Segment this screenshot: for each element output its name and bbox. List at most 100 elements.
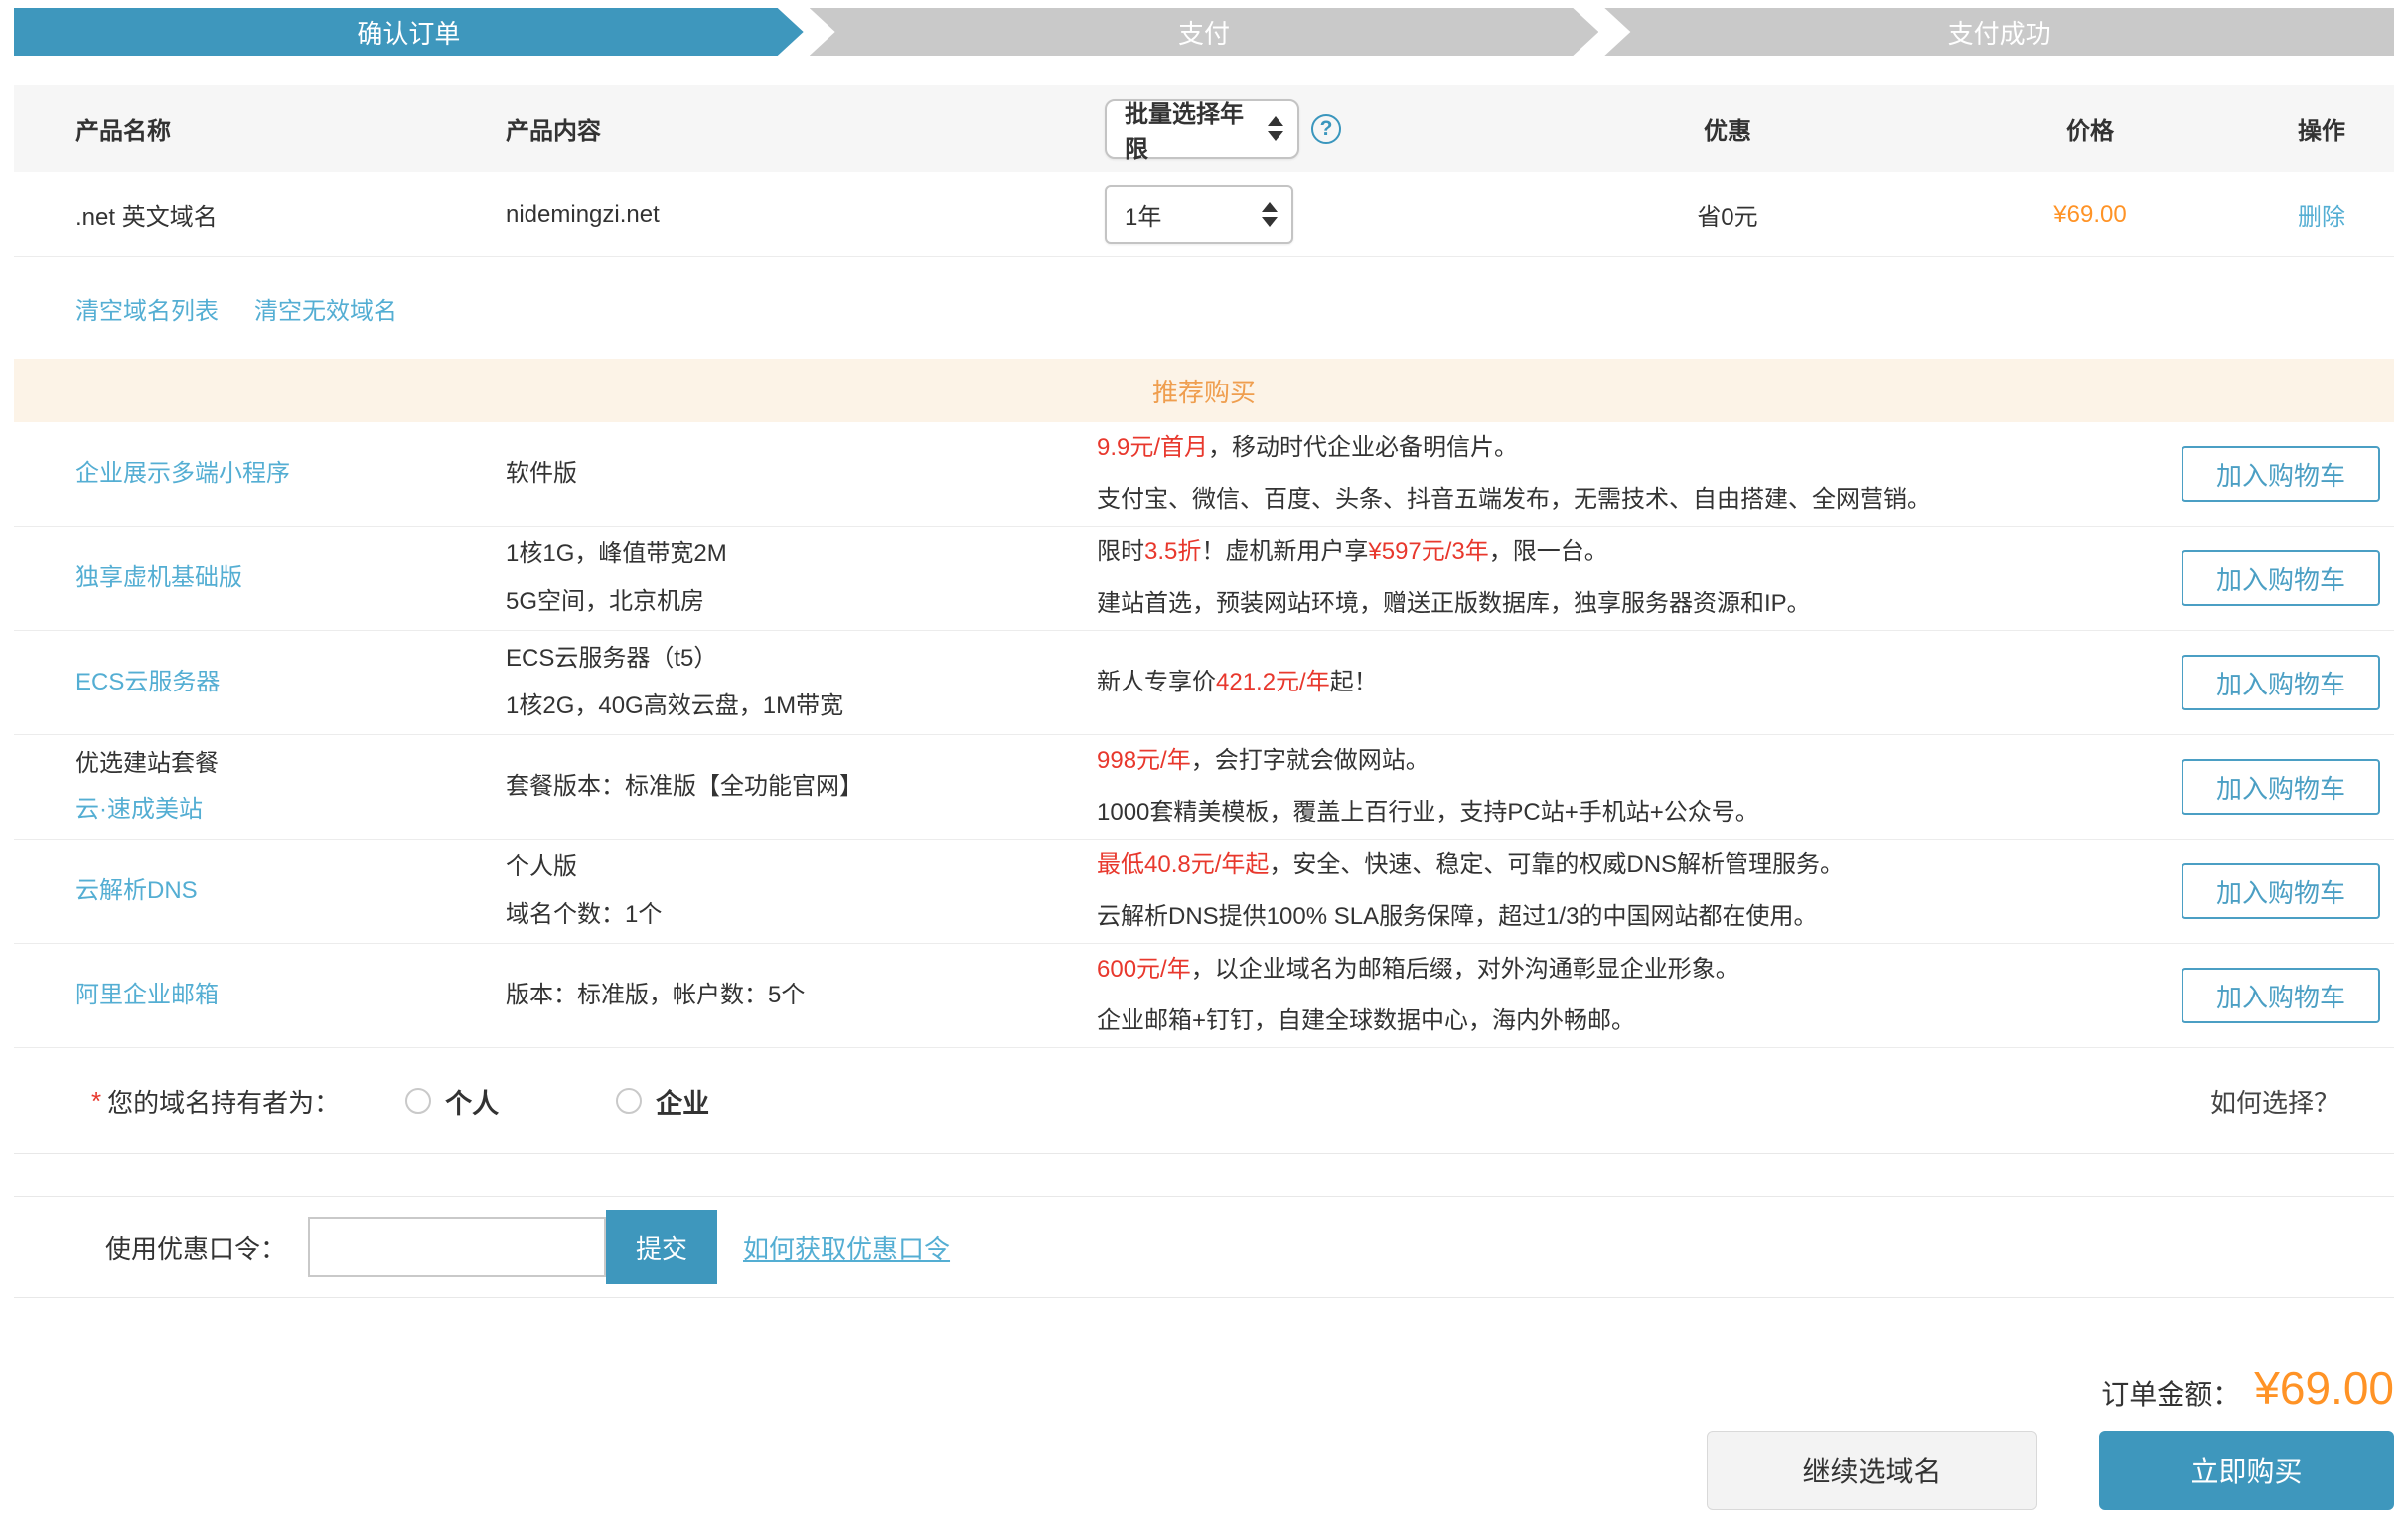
desc-highlight: 3.5折 (1144, 538, 1201, 565)
recommend-row-mail: 阿里企业邮箱 版本：标准版，帐户数：5个 600元/年，以企业域名为邮箱后缀，对… (14, 944, 2394, 1048)
help-question-icon[interactable]: ? (1311, 114, 1341, 144)
product-link: 独享虚机基础版 (14, 562, 506, 594)
clear-domain-list-link[interactable]: 清空域名列表 (75, 291, 219, 326)
year-select[interactable]: 1年 (1105, 185, 1293, 244)
desc-highlight: 600元/年 (1097, 956, 1191, 983)
price-value: ¥69.00 (1931, 201, 2249, 229)
year-select-value: 1年 (1125, 197, 1161, 231)
desc-line: 建站首选，预装网站环境，赠送正版数据库，独享服务器资源和IP。 (1097, 588, 2182, 620)
desc-line: 支付宝、微信、百度、头条、抖音五端发布，无需技术、自由搭建、全网营销。 (1097, 484, 2182, 516)
content-line: 套餐版本：标准版【全功能官网】 (506, 771, 1097, 803)
desc-text: ，移动时代企业必备明信片。 (1208, 434, 1518, 461)
desc-text: 1000套精美模板，覆盖上百行业，支持PC站+手机站+公众号。 (1097, 799, 1759, 826)
add-to-cart-button[interactable]: 加入购物车 (2182, 863, 2380, 919)
website-link[interactable]: 云·速成美站 (75, 794, 506, 826)
content-line: 1核1G，峰值带宽2M (506, 538, 1097, 570)
progress-steps: 确认订单 支付 支付成功 (14, 8, 2394, 56)
product-desc: 限时3.5折！虚机新用户享¥597元/3年，限一台。 建站首选，预装网站环境，赠… (1097, 537, 2182, 621)
product-content: 个人版 域名个数：1个 (506, 851, 1097, 932)
radio-enterprise-icon[interactable] (616, 1088, 642, 1114)
footer-buttons: 继续选域名 立即购买 (1707, 1431, 2394, 1510)
coupon-input[interactable] (308, 1217, 606, 1277)
desc-highlight: 最低40.8元/年起 (1097, 851, 1269, 878)
add-to-cart-button[interactable]: 加入购物车 (2182, 968, 2380, 1023)
how-to-choose-link[interactable]: 如何选择？ (2210, 1083, 2339, 1120)
desc-line: 限时3.5折！虚机新用户享¥597元/3年，限一台。 (1097, 537, 2182, 568)
desc-line: 企业邮箱+钉钉，自建全球数据中心，海内外畅邮。 (1097, 1005, 2182, 1037)
product-link: 阿里企业邮箱 (14, 980, 506, 1011)
clear-invalid-domain-link[interactable]: 清空无效域名 (254, 291, 397, 326)
order-footer: 订单金额： ¥69.00 继续选域名 立即购买 我已阅读，理解并接受（ 域名服务… (14, 1361, 2394, 1534)
holder-option-personal[interactable]: 个人 (405, 1082, 499, 1121)
product-desc: 最低40.8元/年起，安全、快速、稳定、可靠的权威DNS解析管理服务。 云解析D… (1097, 849, 2182, 934)
desc-highlight: ¥597元/3年 (1368, 538, 1488, 565)
mail-link[interactable]: 阿里企业邮箱 (75, 980, 506, 1011)
step-pay-success: 支付成功 (1604, 8, 2394, 56)
select-arrows-icon (1268, 116, 1283, 141)
product-link: ECS云服务器 (14, 667, 506, 698)
year-select-area: 1年 (1097, 185, 1524, 244)
coupon-submit-button[interactable]: 提交 (606, 1210, 717, 1284)
vhost-link[interactable]: 独享虚机基础版 (75, 562, 506, 594)
content-line: 软件版 (506, 458, 1097, 490)
ecs-link[interactable]: ECS云服务器 (75, 667, 506, 698)
agreement-row: 我已阅读，理解并接受（ 域名服务条款 ） (1891, 1528, 2394, 1534)
desc-text: ，限一台。 (1489, 538, 1608, 565)
domain-name-value: nidemingzi.net (506, 201, 1097, 229)
order-amount-line: 订单金额： ¥69.00 (2101, 1361, 2394, 1415)
order-table-header: 产品名称 产品内容 批量选择年限 ? 优惠 价格 操作 (14, 85, 2394, 172)
agreement-text: 我已阅读，理解并接受（ (1929, 1528, 2213, 1534)
recommend-title: 推荐购买 (1152, 373, 1256, 409)
delete-link[interactable]: 删除 (2249, 197, 2394, 231)
content-line: 域名个数：1个 (506, 899, 1097, 931)
desc-text: 限时 (1097, 538, 1144, 565)
product-link: 企业展示多端小程序 (14, 458, 506, 490)
desc-text: 支付宝、微信、百度、头条、抖音五端发布，无需技术、自由搭建、全网营销。 (1097, 486, 1931, 513)
desc-highlight: 998元/年 (1097, 747, 1191, 774)
holder-label: 您的域名持有者为： (107, 1083, 340, 1120)
batch-year-select-label: 批量选择年限 (1125, 94, 1258, 164)
step-pay: 支付 (810, 8, 1599, 56)
batch-year-select[interactable]: 批量选择年限 (1105, 99, 1299, 159)
product-desc: 新人专享价421.2元/年起！ (1097, 667, 2182, 698)
domain-product-name: .net 英文域名 (14, 197, 506, 231)
recommend-row-vhost: 独享虚机基础版 1核1G，峰值带宽2M 5G空间，北京机房 限时3.5折！虚机新… (14, 527, 2394, 631)
coupon-label: 使用优惠口令： (105, 1229, 286, 1266)
content-line: 个人版 (506, 851, 1097, 883)
product-link: 优选建站套餐 云·速成美站 (14, 748, 506, 827)
recommend-row-dns: 云解析DNS 个人版 域名个数：1个 最低40.8元/年起，安全、快速、稳定、可… (14, 840, 2394, 944)
order-confirm-page: 确认订单 支付 支付成功 产品名称 产品内容 批量选择年限 ? 优惠 价格 操作… (0, 0, 2408, 1534)
recommend-row-website: 优选建站套餐 云·速成美站 套餐版本：标准版【全功能官网】 998元/年，会打字… (14, 735, 2394, 840)
how-to-get-coupon-link[interactable]: 如何获取优惠口令 (743, 1229, 950, 1266)
clear-links-row: 清空域名列表 清空无效域名 (14, 257, 2394, 359)
amount-label: 订单金额： (2101, 1373, 2240, 1413)
desc-text: ，以企业域名为邮箱后缀，对外沟通彰显企业形象。 (1191, 956, 1739, 983)
amount-value: ¥69.00 (2254, 1361, 2394, 1415)
radio-personal-icon[interactable] (405, 1088, 431, 1114)
product-desc: 9.9元/首月，移动时代企业必备明信片。 支付宝、微信、百度、头条、抖音五端发布… (1097, 432, 2182, 517)
product-content: 套餐版本：标准版【全功能官网】 (506, 771, 1097, 803)
product-content: 软件版 (506, 458, 1097, 490)
col-discount: 优惠 (1524, 111, 1931, 146)
website-package-label: 优选建站套餐 (75, 748, 506, 780)
recommend-row-miniapp: 企业展示多端小程序 软件版 9.9元/首月，移动时代企业必备明信片。 支付宝、微… (14, 422, 2394, 527)
add-to-cart-button[interactable]: 加入购物车 (2182, 550, 2380, 606)
discount-value: 省0元 (1524, 197, 1931, 231)
domain-order-row: .net 英文域名 nidemingzi.net 1年 省0元 ¥69.00 删… (14, 172, 2394, 257)
add-to-cart-button[interactable]: 加入购物车 (2182, 759, 2380, 815)
holder-option-enterprise[interactable]: 企业 (616, 1082, 709, 1121)
product-desc: 600元/年，以企业域名为邮箱后缀，对外沟通彰显企业形象。 企业邮箱+钉钉，自建… (1097, 954, 2182, 1038)
desc-line: 9.9元/首月，移动时代企业必备明信片。 (1097, 432, 2182, 464)
continue-select-domain-button[interactable]: 继续选域名 (1707, 1431, 2037, 1510)
domain-terms-link[interactable]: 域名服务条款 (2213, 1528, 2368, 1534)
miniapp-link[interactable]: 企业展示多端小程序 (75, 458, 506, 490)
desc-line: 600元/年，以企业域名为邮箱后缀，对外沟通彰显企业形象。 (1097, 954, 2182, 986)
dns-link[interactable]: 云解析DNS (75, 875, 506, 907)
buy-now-button[interactable]: 立即购买 (2099, 1431, 2394, 1510)
content-line: ECS云服务器（t5） (506, 643, 1097, 675)
add-to-cart-button[interactable]: 加入购物车 (2182, 655, 2380, 710)
enterprise-label: 企业 (656, 1082, 709, 1121)
step-confirm-order: 确认订单 (14, 8, 804, 56)
recommend-row-ecs: ECS云服务器 ECS云服务器（t5） 1核2G，40G高效云盘，1M带宽 新人… (14, 631, 2394, 735)
add-to-cart-button[interactable]: 加入购物车 (2182, 446, 2380, 502)
